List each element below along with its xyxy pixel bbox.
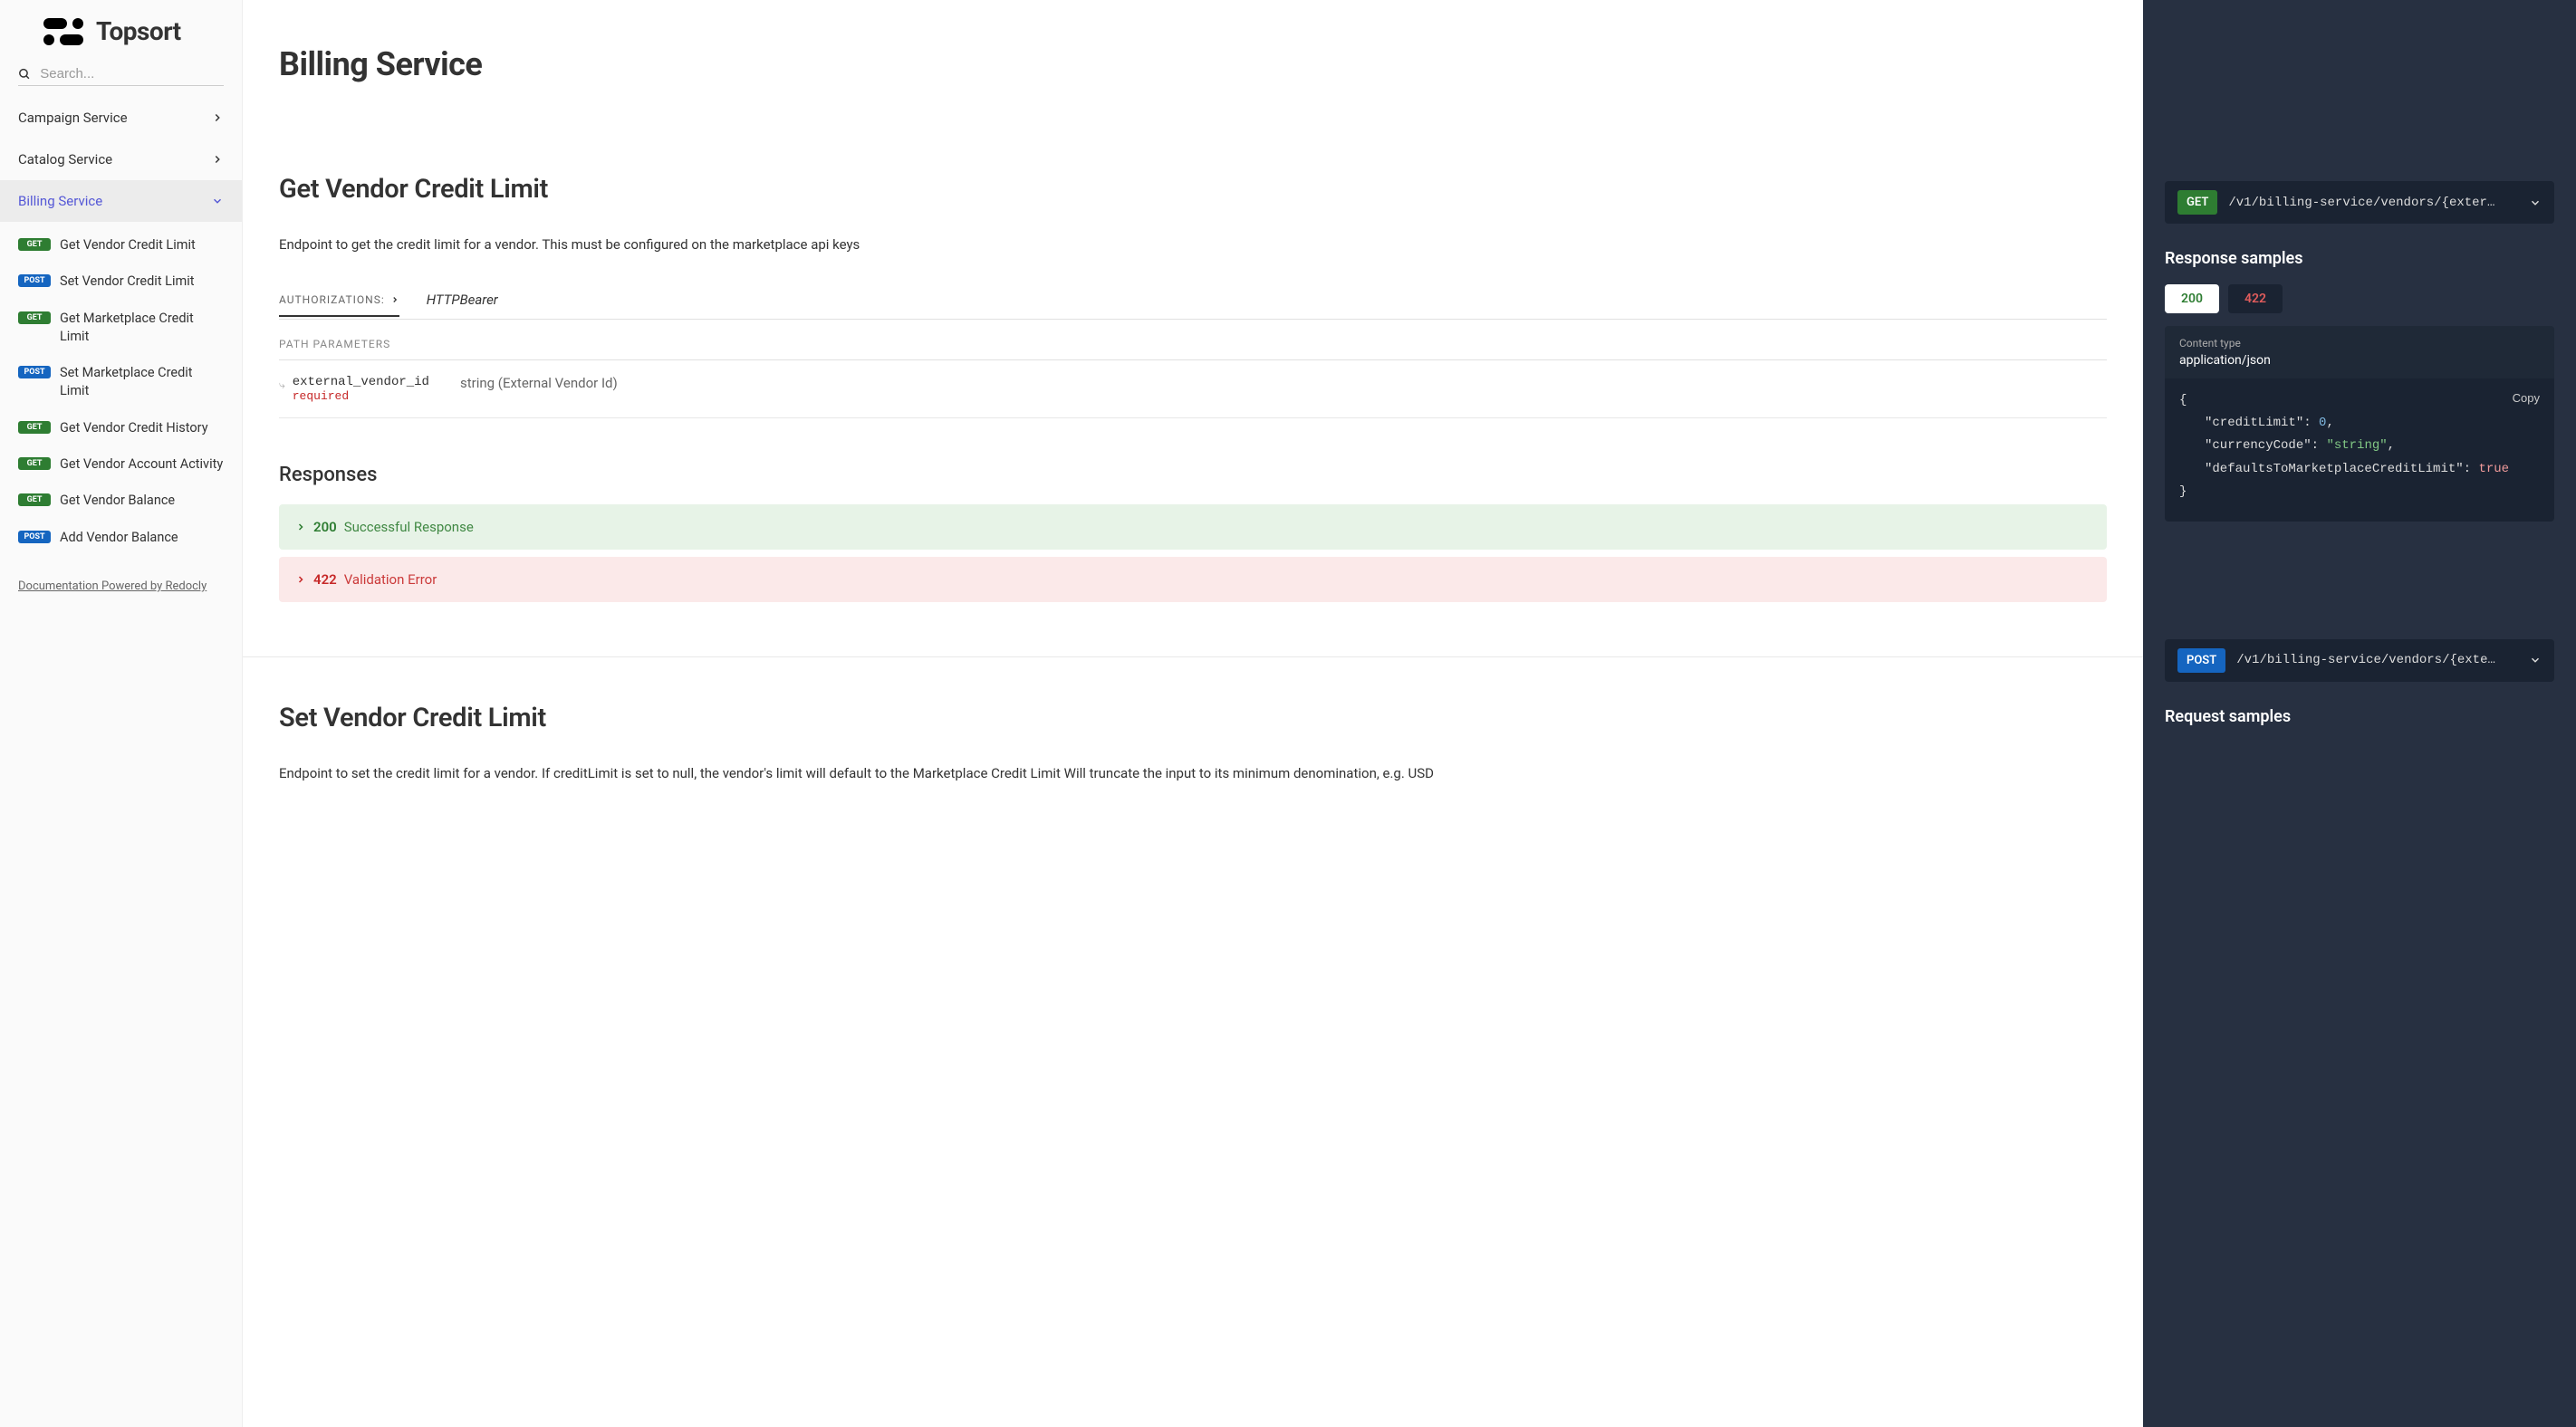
endpoint-title: Get Vendor Credit Limit [279,174,2107,205]
sub-item-label: Get Vendor Credit History [60,419,208,437]
endpoint-url-box[interactable]: GET /v1/billing-service/vendors/{exter… [2165,181,2554,224]
endpoint-description: Endpoint to get the credit limit for a v… [279,234,2107,255]
response-code: 200 [313,519,337,535]
tab-200[interactable]: 200 [2165,284,2219,313]
content-type-label: Content type [2179,337,2540,350]
nav-campaign-service[interactable]: Campaign Service [0,97,242,139]
param-required: required [293,389,429,403]
auth-scheme: HTTPBearer [427,292,498,308]
nav-label: Campaign Service [18,110,128,126]
content-type-box[interactable]: Content type application/json [2165,326,2554,378]
method-badge: GET [18,311,51,324]
endpoint-description: Endpoint to set the credit limit for a v… [279,762,2107,784]
chevron-down-icon [211,195,224,207]
sub-item-add-vendor-balance[interactable]: POST Add Vendor Balance [0,520,242,556]
main-content: Billing Service Get Vendor Credit Limit … [243,0,2143,1427]
chevron-down-icon [2529,654,2542,666]
chevron-right-icon [211,111,224,124]
sub-item-set-marketplace-credit-limit[interactable]: POST Set Marketplace Credit Limit [0,355,242,410]
response-text: Successful Response [344,519,474,535]
nav-label: Billing Service [18,193,102,209]
method-badge: POST [18,531,51,543]
sub-item-get-marketplace-credit-limit[interactable]: GET Get Marketplace Credit Limit [0,301,242,356]
logo-text: Topsort [96,16,181,46]
nav-label: Catalog Service [18,151,112,168]
logo-icon [43,18,83,45]
response-tabs: 200 422 [2165,284,2554,313]
sub-nav-list: GET Get Vendor Credit Limit POST Set Ven… [0,222,242,561]
powered-by-link[interactable]: Documentation Powered by Redocly [0,561,242,611]
sub-item-label: Get Vendor Credit Limit [60,236,196,254]
method-badge: POST [18,366,51,378]
search-input[interactable] [40,66,224,81]
method-badge: POST [18,274,51,287]
response-samples-heading: Response samples [2165,249,2554,268]
content-type-value: application/json [2179,353,2540,368]
responses-heading: Responses [279,464,2107,486]
tab-422[interactable]: 422 [2228,284,2283,313]
endpoint-url-box[interactable]: POST /v1/billing-service/vendors/{exte… [2165,639,2554,682]
sub-item-label: Set Vendor Credit Limit [60,273,194,291]
method-tag: POST [2177,648,2225,673]
sub-item-get-vendor-credit-limit[interactable]: GET Get Vendor Credit Limit [0,227,242,263]
method-badge: GET [18,457,51,470]
nav-billing-service[interactable]: Billing Service [0,180,242,222]
response-text: Validation Error [344,571,437,588]
code-sample: Copy { "creditLimit": 0, "currencyCode":… [2165,378,2554,522]
search-icon [18,67,31,81]
search-box[interactable] [18,62,224,86]
sub-item-label: Get Vendor Balance [60,492,175,510]
chevron-right-icon [211,153,224,166]
response-422[interactable]: 422 Validation Error [279,557,2107,602]
sub-item-label: Get Marketplace Credit Limit [60,310,224,347]
nav-catalog-service[interactable]: Catalog Service [0,139,242,180]
response-code: 422 [313,571,337,588]
chevron-right-icon [390,295,399,304]
sub-item-set-vendor-credit-limit[interactable]: POST Set Vendor Credit Limit [0,263,242,300]
method-tag: GET [2177,190,2217,215]
logo[interactable]: Topsort [0,0,242,62]
copy-button[interactable]: Copy [2513,388,2540,408]
chevron-down-icon [2529,196,2542,209]
response-200[interactable]: 200 Successful Response [279,504,2107,550]
request-samples-heading: Request samples [2165,707,2554,726]
sub-item-label: Set Marketplace Credit Limit [60,364,224,401]
param-tree-icon: ⤷ [279,378,285,392]
endpoint-title: Set Vendor Credit Limit [279,703,2107,733]
authorizations-row: AUTHORIZATIONS: HTTPBearer [279,292,2107,320]
param-name: external_vendor_id [293,375,429,389]
param-description: string (External Vendor Id) [460,375,618,403]
chevron-right-icon [295,522,306,532]
method-badge: GET [18,421,51,434]
service-title: Billing Service [279,45,2107,83]
url-path: /v1/billing-service/vendors/{exter… [2228,196,2518,210]
sidebar: Topsort Campaign Service Catalog Service… [0,0,243,1427]
authorizations-label[interactable]: AUTHORIZATIONS: [279,293,399,317]
chevron-right-icon [295,574,306,585]
method-badge: GET [18,493,51,506]
parameter-row: ⤷ external_vendor_id required string (Ex… [279,360,2107,418]
sub-item-label: Add Vendor Balance [60,529,178,547]
sub-item-label: Get Vendor Account Activity [60,455,223,474]
sub-item-get-vendor-credit-history[interactable]: GET Get Vendor Credit History [0,410,242,446]
sub-item-get-vendor-account-activity[interactable]: GET Get Vendor Account Activity [0,446,242,483]
code-panel: GET /v1/billing-service/vendors/{exter… … [2143,0,2576,1427]
sub-item-get-vendor-balance[interactable]: GET Get Vendor Balance [0,483,242,519]
path-parameters-label: PATH PARAMETERS [279,338,2107,360]
divider [243,656,2143,657]
url-path: /v1/billing-service/vendors/{exte… [2236,653,2518,667]
method-badge: GET [18,238,51,251]
